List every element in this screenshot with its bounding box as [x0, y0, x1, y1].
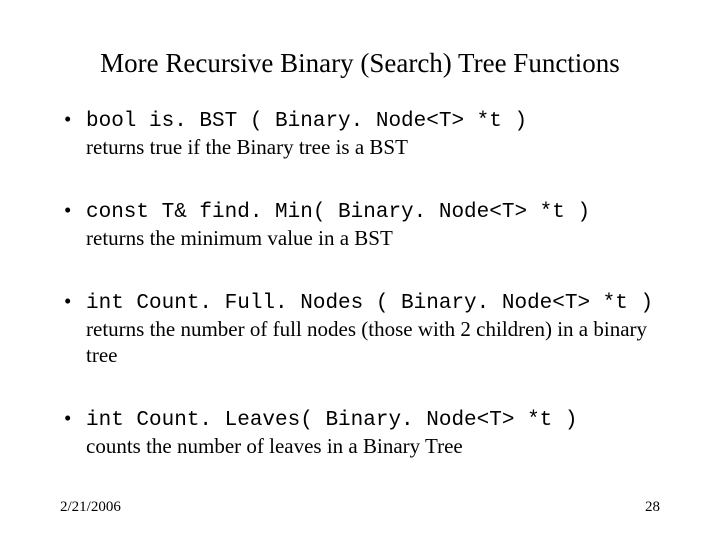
slide-footer: 2/21/2006 28	[60, 499, 660, 516]
bullet-list: bool is. BST ( Binary. Node<T> *t ) retu…	[60, 107, 660, 459]
slide: More Recursive Binary (Search) Tree Func…	[0, 0, 720, 540]
description-text: returns true if the Binary tree is a BST	[86, 135, 660, 161]
footer-page-number: 28	[645, 499, 660, 516]
description-text: returns the number of full nodes (those …	[86, 317, 660, 368]
list-item: const T& find. Min( Binary. Node<T> *t )…	[64, 198, 660, 251]
description-text: returns the minimum value in a BST	[86, 226, 660, 252]
list-item: int Count. Leaves( Binary. Node<T> *t ) …	[64, 406, 660, 459]
code-signature: int Count. Leaves( Binary. Node<T> *t )	[86, 409, 577, 432]
code-signature: int Count. Full. Nodes ( Binary. Node<T>…	[86, 292, 653, 315]
slide-title: More Recursive Binary (Search) Tree Func…	[60, 48, 660, 79]
code-signature: const T& find. Min( Binary. Node<T> *t )	[86, 201, 590, 224]
footer-date: 2/21/2006	[60, 499, 121, 516]
list-item: bool is. BST ( Binary. Node<T> *t ) retu…	[64, 107, 660, 160]
list-item: int Count. Full. Nodes ( Binary. Node<T>…	[64, 289, 660, 368]
description-text: counts the number of leaves in a Binary …	[86, 434, 660, 460]
code-signature: bool is. BST ( Binary. Node<T> *t )	[86, 110, 527, 133]
